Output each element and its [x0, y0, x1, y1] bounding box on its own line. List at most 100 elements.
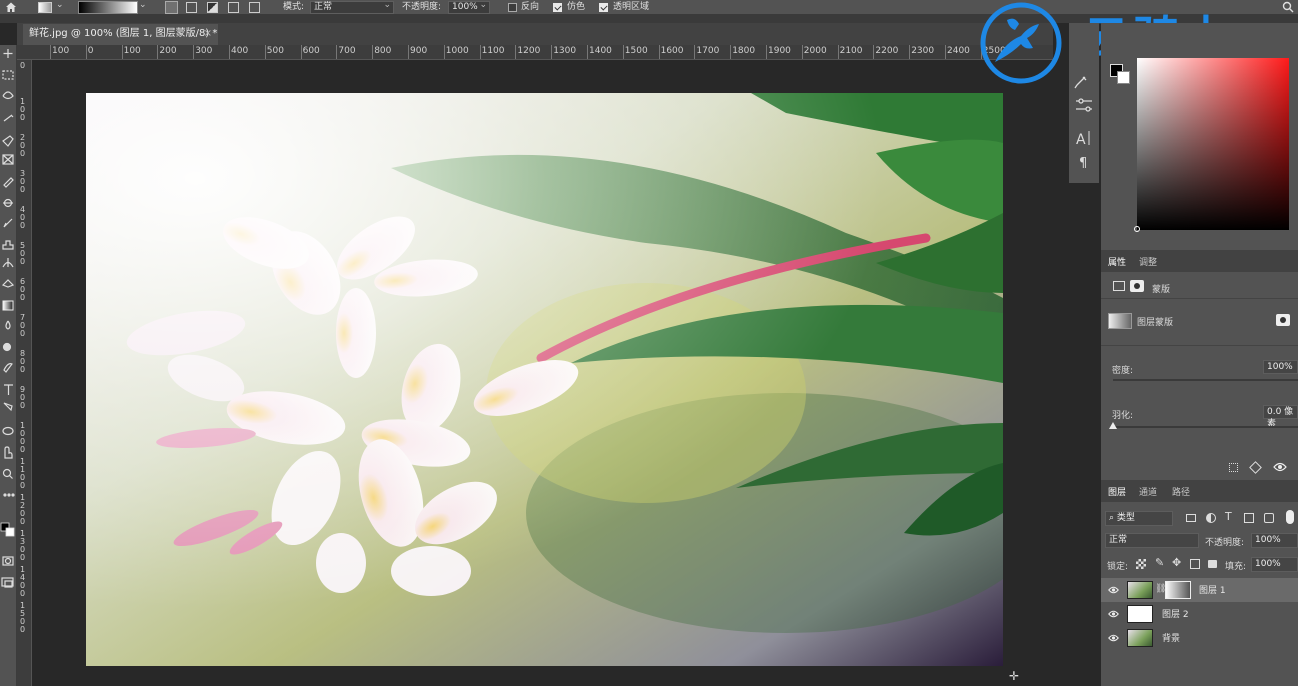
ruler-tick-label: 1100 [481, 46, 505, 56]
ruler-tick-label: 200 [159, 46, 177, 56]
tab-properties[interactable]: 属性 [1108, 255, 1126, 268]
layer-thumbnail[interactable] [1127, 605, 1153, 623]
svg-text:A: A [1076, 132, 1086, 148]
transparency-checkbox[interactable] [599, 3, 608, 12]
linear-gradient-icon[interactable] [165, 1, 178, 14]
ruler-tick-label: 1000 [20, 421, 26, 454]
ruler-tick-label: 1400 [20, 565, 26, 598]
lock-label: 锁定: [1107, 562, 1129, 572]
background-color-swatch[interactable] [1117, 71, 1130, 84]
layer-mask-thumbnail[interactable] [1108, 313, 1132, 329]
angle-gradient-icon[interactable] [207, 2, 218, 13]
density-input[interactable]: 100% [1263, 360, 1298, 374]
mask-icon[interactable] [1130, 280, 1144, 292]
lock-transparent-icon[interactable] [1136, 559, 1146, 569]
chevron-down-icon[interactable]: ⌄ [56, 0, 64, 10]
layer-thumbnail[interactable] [1127, 629, 1153, 647]
lock-position-icon[interactable]: ✥ [1172, 556, 1181, 569]
ruler-tick-label: 2100 [839, 46, 863, 56]
ruler-tick-line [157, 45, 159, 59]
tab-channels[interactable]: 通道 [1139, 485, 1157, 498]
ruler-tick-label: 800 [374, 46, 392, 56]
document-canvas-image[interactable] [86, 93, 1003, 666]
ruler-tick-label: 600 [302, 46, 320, 56]
svg-text:¶: ¶ [1079, 156, 1087, 171]
blend-mode-select[interactable]: 正常 [1105, 533, 1199, 548]
ruler-tick-label: 100 [123, 46, 141, 56]
filter-smart-object-icon[interactable] [1264, 513, 1274, 523]
apply-mask-diamond-icon[interactable] [1249, 461, 1262, 474]
tab-layers[interactable]: 图层 [1108, 485, 1126, 498]
filter-pixel-icon[interactable] [1186, 514, 1196, 522]
gradient-tool-preset-icon[interactable] [38, 2, 52, 13]
fill-input[interactable]: 100% [1251, 557, 1298, 572]
vertical-ruler[interactable]: 0 100 200 300 400 500 600 700 800 900 1000 1100 1200… [17, 60, 32, 686]
layer-row-layer2[interactable]: 图层 2 [1101, 602, 1298, 626]
ruler-tick-line [300, 45, 302, 59]
feather-slider-handle[interactable] [1109, 422, 1117, 429]
ruler-tick-line [229, 45, 230, 59]
gradient-picker[interactable] [78, 1, 138, 14]
tab-paths[interactable]: 路径 [1172, 485, 1190, 498]
ruler-tick-line [193, 45, 195, 59]
eye-icon[interactable] [1108, 609, 1119, 619]
density-label: 密度: [1112, 366, 1134, 376]
eye-icon[interactable] [1273, 461, 1287, 473]
reflected-gradient-icon[interactable] [228, 2, 239, 13]
mode-label: 模式: [283, 2, 305, 12]
ruler-tick-label: 1500 [624, 46, 648, 56]
lock-artboard-icon[interactable] [1190, 559, 1200, 569]
image-icon[interactable] [1113, 281, 1125, 291]
ruler-tick-label: 500 [20, 241, 26, 266]
home-icon[interactable] [5, 1, 17, 13]
lock-pixels-icon[interactable]: ✎ [1155, 556, 1164, 569]
flower-photo [86, 93, 1003, 666]
lock-all-icon[interactable] [1208, 560, 1217, 568]
mode-select[interactable]: 正常 [310, 0, 394, 14]
move-cursor-icon: ✛ [1009, 669, 1020, 683]
panel-icon-column: A ¶ [1069, 23, 1099, 183]
right-panels: 属性 调整 蒙版 图层蒙版 密度: 100% 羽化: 0.0 像素 图层 通道 … [1101, 23, 1298, 686]
apply-mask-icon[interactable] [1276, 314, 1290, 326]
layer-filter-select[interactable]: ⌕ 类型 [1105, 511, 1173, 526]
ruler-tick-label: 500 [266, 46, 284, 56]
filter-toggle-icon[interactable] [1286, 510, 1294, 524]
density-slider[interactable] [1113, 379, 1298, 381]
layer-row-layer1[interactable]: ⛓ 图层 1 [1101, 578, 1298, 602]
ruler-tick-label: 0 [20, 61, 26, 70]
layer-mask-thumbnail[interactable] [1165, 581, 1191, 599]
document-tab[interactable]: 鲜花.jpg @ 100% (图层 1, 图层蒙版/8) * × [23, 24, 218, 45]
tab-adjustments[interactable]: 调整 [1139, 255, 1157, 268]
feather-slider[interactable] [1113, 426, 1298, 428]
ruler-tick-line [121, 45, 123, 59]
radial-gradient-icon[interactable] [186, 2, 197, 13]
eye-icon[interactable] [1108, 633, 1119, 643]
diamond-gradient-icon[interactable] [249, 2, 260, 13]
ruler-tick-label: 100 [20, 97, 26, 122]
ruler-tick-label: 400 [231, 46, 249, 56]
layer-name[interactable]: 图层 2 [1162, 607, 1189, 620]
eye-icon[interactable] [1108, 585, 1119, 595]
ruler-tick-label: 600 [20, 277, 26, 302]
chevron-down-icon[interactable]: ⌄ [139, 0, 147, 10]
filter-adjustment-icon[interactable] [1206, 513, 1216, 523]
filter-type-icon[interactable]: T [1225, 510, 1232, 523]
layer-name[interactable]: 背景 [1162, 631, 1180, 644]
close-icon[interactable]: × [204, 24, 212, 44]
ruler-tick-line [408, 45, 409, 59]
layer-thumbnail[interactable] [1127, 581, 1153, 599]
dither-checkbox[interactable] [553, 3, 562, 12]
ruler-tick-label: 900 [410, 46, 428, 56]
ruler-tick-line [372, 45, 374, 59]
feather-input[interactable]: 0.0 像素 [1263, 405, 1298, 429]
selection-from-mask-icon[interactable] [1229, 463, 1238, 472]
opacity-input[interactable]: 100% [448, 0, 490, 14]
reverse-checkbox[interactable] [508, 3, 517, 12]
layer-name[interactable]: 图层 1 [1199, 583, 1226, 596]
layer-opacity-input[interactable]: 100% [1251, 533, 1298, 548]
layer-row-background[interactable]: 背景 [1101, 626, 1298, 650]
filter-shape-icon[interactable] [1244, 513, 1254, 523]
color-field[interactable] [1137, 58, 1289, 230]
ruler-tick-label: 400 [20, 205, 26, 230]
horizontal-ruler[interactable]: 100 0 100 200 300 400 500 600 700 800 900 1000 1100 1… [17, 45, 1053, 60]
